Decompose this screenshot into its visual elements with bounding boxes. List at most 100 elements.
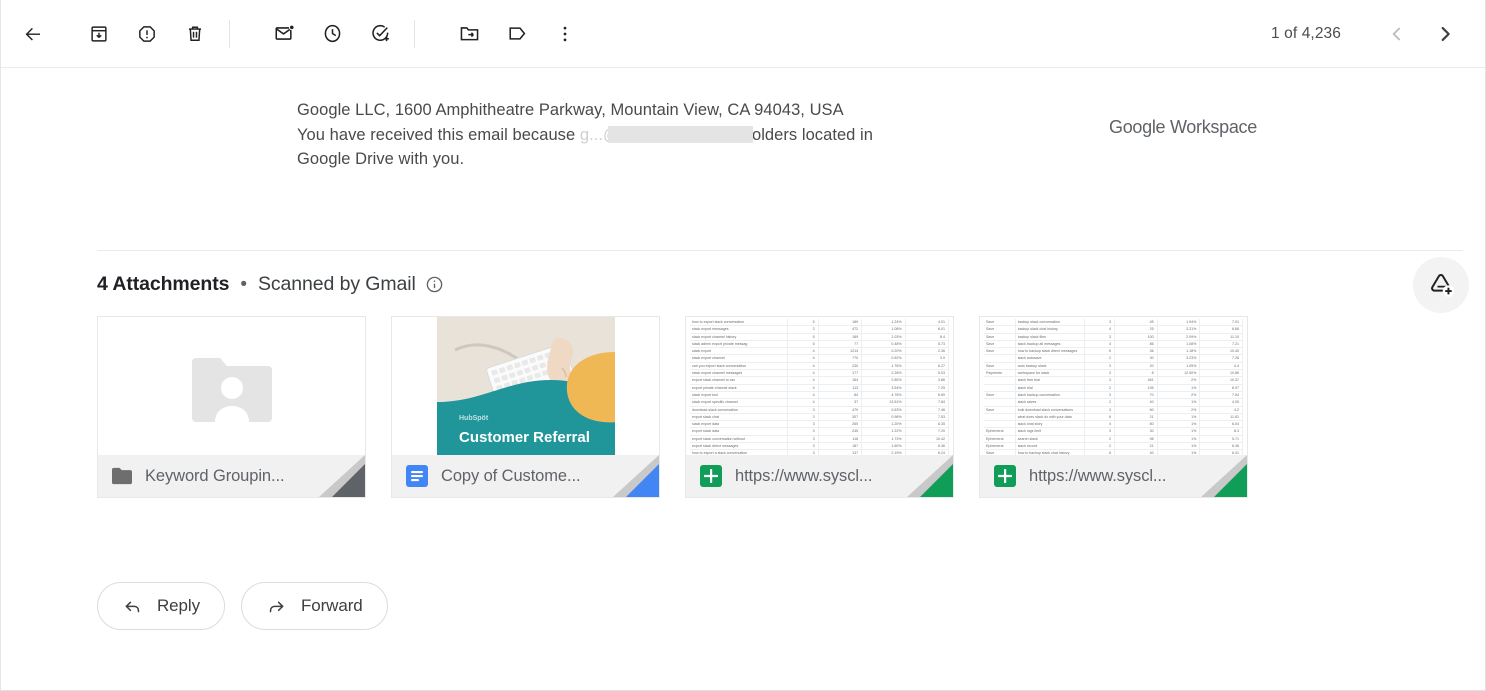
spreadsheet-cell: 1.73%: [862, 435, 906, 443]
forward-button[interactable]: Forward: [240, 582, 388, 630]
spreadsheet-cell: 7.46: [906, 406, 949, 413]
spreadsheet-cell: 4: [788, 348, 819, 355]
spreadsheet-cell: 5.03: [906, 370, 949, 377]
spreadsheet-cell: 0.98%: [862, 413, 906, 421]
spreadsheet-cell: 2.85%: [862, 377, 906, 384]
attachment-card-folder[interactable]: Keyword Groupin...: [97, 316, 366, 498]
spreadsheet-cell: 6.35: [906, 421, 949, 428]
spreadsheet-preview-grouped: Save backup slack conversation 3 45 1.94% 7.0…: [980, 317, 1247, 455]
info-icon[interactable]: [425, 275, 444, 294]
spreadsheet-cell: 4: [788, 362, 819, 370]
spreadsheet-row: Ephemeral search slack 2 98 1% 5.71: [984, 435, 1243, 444]
message-toolbar: 1 of 4,236: [1, 0, 1485, 68]
spreadsheet-cell: 6.36: [906, 443, 949, 450]
spreadsheet-cell: 2%: [1158, 391, 1201, 399]
spreadsheet-cell: 2.28%: [862, 370, 906, 377]
spreadsheet-cell: 260: [819, 421, 863, 428]
spreadsheet-cell: 80: [1115, 421, 1158, 428]
spreadsheet-cell: 4.4: [1200, 362, 1243, 370]
spreadsheet-cell: slack backup all messages: [1016, 340, 1085, 348]
reply-button[interactable]: Reply: [97, 582, 225, 630]
move-to-button[interactable]: [445, 10, 493, 58]
footer-reason-line: You have received this email because g..…: [297, 123, 1067, 148]
spreadsheet-cell: 3.54%: [862, 384, 906, 391]
labels-button[interactable]: [493, 10, 541, 58]
spreadsheet-cell: bulk download slack conversations: [1016, 406, 1085, 413]
spreadsheet-cell: 0.63%: [862, 406, 906, 413]
spreadsheet-cell: 189: [819, 333, 863, 340]
attachment-list: Keyword Groupin... HubSpöt Customer Refe…: [97, 316, 1248, 498]
spreadsheet-cell: 8.4: [906, 333, 949, 340]
archive-button[interactable]: [75, 10, 123, 58]
snooze-button[interactable]: [308, 10, 356, 58]
message-counter: 1 of 4,236: [1271, 24, 1341, 42]
google-sheets-icon: [994, 465, 1016, 487]
spreadsheet-cell: slack export channel history: [690, 333, 788, 340]
spreadsheet-cell: 8.97: [1200, 384, 1243, 391]
spreadsheet-cell: slack export tool: [690, 391, 788, 399]
spreadsheet-row: export slack direct messages 3 187 1.60% 6.3…: [690, 443, 949, 451]
spreadsheet-cell: slack backup conversation: [1016, 391, 1085, 399]
spreadsheet-cell: export slack conversation without: [690, 435, 788, 443]
spreadsheet-cell: 10.86: [1200, 370, 1243, 377]
spreadsheet-cell: 3: [788, 413, 819, 421]
spreadsheet-cell: Save: [984, 406, 1016, 413]
spreadsheet-cell: 2: [1085, 435, 1115, 443]
report-spam-button[interactable]: [123, 10, 171, 58]
spreadsheet-cell: 2.09%: [1158, 333, 1201, 340]
google-docs-icon: [406, 465, 428, 487]
toolbar-divider-1: [229, 19, 230, 48]
attachment-card-spreadsheet-2[interactable]: Save backup slack conversation 3 45 1.94% 7.0…: [979, 316, 1248, 498]
spreadsheet-row: slack export messages 3 472 1.08% 6.01: [690, 326, 949, 334]
back-button[interactable]: [9, 10, 57, 58]
spreadsheet-cell: 1.22%: [862, 428, 906, 435]
spreadsheet-cell: 2.03%: [862, 333, 906, 340]
add-all-to-drive-button[interactable]: [1413, 257, 1469, 313]
trash-icon: [188, 25, 202, 41]
spreadsheet-cell: 3: [1085, 406, 1115, 413]
next-message-button[interactable]: [1423, 12, 1467, 56]
spreadsheet-cell: 3: [788, 326, 819, 333]
spreadsheet-cell: 4: [788, 370, 819, 377]
spreadsheet-cell: 11.81: [1200, 413, 1243, 421]
google-workspace-logo: Google Workspace: [1109, 117, 1257, 137]
spreadsheet-cell: 7.21: [1200, 340, 1243, 348]
google-sheets-icon: [700, 465, 722, 487]
spreadsheet-cell: 6.27: [906, 362, 949, 370]
spreadsheet-row: export slack data 3 245 1.22% 7.20: [690, 428, 949, 436]
redaction-overlay: [607, 125, 753, 143]
attachment-card-document[interactable]: HubSpöt Customer Referral Copy of Custom…: [391, 316, 660, 498]
attachment-card-spreadsheet-1[interactable]: how to export slack conversation 5 189 1.24…: [685, 316, 954, 498]
spreadsheet-cell: slack saves: [1016, 399, 1085, 406]
delete-button[interactable]: [171, 10, 219, 58]
spreadsheet-cell: 4: [788, 355, 819, 362]
spreadsheet-row: export slack chat 3 307 0.98% 7.53: [690, 413, 949, 422]
attachment-thumbnail: how to export slack conversation 5 189 1.24…: [686, 317, 953, 455]
spreadsheet-cell: slack free trial: [1016, 377, 1085, 384]
spreadsheet-cell: 3.23%: [1158, 355, 1201, 362]
spreadsheet-cell: 30: [1115, 355, 1158, 362]
folder-move-icon: [460, 27, 478, 41]
more-options-button[interactable]: [541, 10, 589, 58]
chevron-left-icon: [1392, 27, 1400, 40]
spreadsheet-cell: Ephemeral: [984, 428, 1016, 435]
spreadsheet-cell: 461: [1115, 377, 1158, 384]
spreadsheet-cell: 3: [1085, 377, 1115, 384]
spreadsheet-row: export slack conversation without 3 116 1.7…: [690, 435, 949, 444]
envelope-unread-icon: [274, 24, 295, 40]
add-to-tasks-button[interactable]: [356, 10, 404, 58]
spreadsheet-row: slack export channel 4 770 0.52% 3.9: [690, 355, 949, 363]
spreadsheet-row: Save auto backup slack 3 20 1.05% 4.4: [984, 362, 1243, 371]
spreadsheet-row: slack autosave 2 30 3.23% 7.26: [984, 355, 1243, 363]
spreadsheet-cell: backup slack files: [1016, 333, 1085, 340]
spreadsheet-cell: 3: [1085, 391, 1115, 399]
mark-unread-button[interactable]: [260, 10, 308, 58]
spreadsheet-cell: [984, 421, 1016, 428]
spreadsheet-cell: Save: [984, 319, 1016, 326]
spreadsheet-cell: 77: [819, 340, 863, 348]
spreadsheet-cell: 3: [1085, 333, 1115, 340]
previous-message-button[interactable]: [1375, 12, 1419, 56]
footer-drive-line: Google Drive with you.: [297, 150, 465, 168]
spreadsheet-cell: Payments: [984, 370, 1016, 377]
spreadsheet-row: slack free trial 3 461 2% 10.37: [984, 377, 1243, 385]
